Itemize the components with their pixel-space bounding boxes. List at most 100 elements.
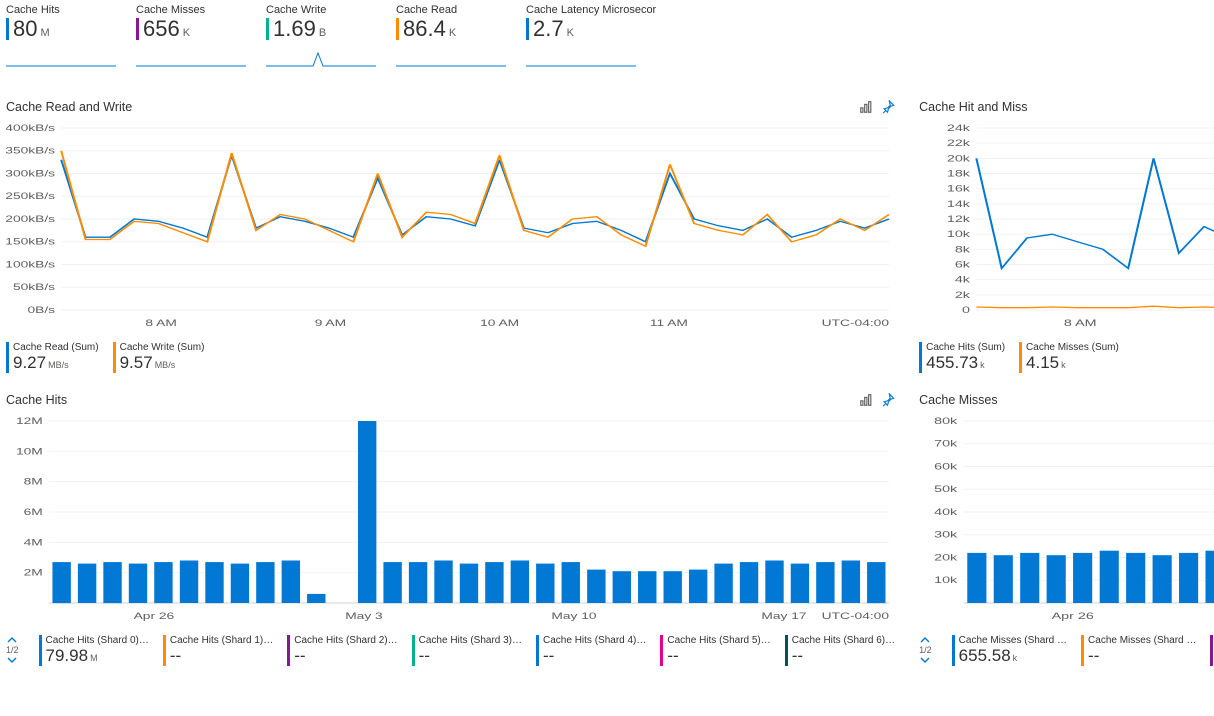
legend-label: Cache Hits (Shard 4)… xyxy=(543,635,646,646)
legend-item[interactable]: Cache Hits (Sum)455.73k xyxy=(919,342,1005,373)
legend-accent-bar xyxy=(952,635,955,666)
legend-item[interactable]: Cache Misses (Shard …-- xyxy=(1210,635,1214,666)
chart-plot[interactable]: 02k4k6k8k10k12k14k16k18k20k22k24k8 AM9 A… xyxy=(919,122,1214,334)
legend-item[interactable]: Cache Hits (Shard 2)…-- xyxy=(287,635,397,666)
svg-text:UTC-04:00: UTC-04:00 xyxy=(822,318,890,328)
chart-title: Cache Misses xyxy=(919,393,998,407)
sparkline xyxy=(266,46,376,80)
legend-pager[interactable]: 1/2 xyxy=(6,635,19,666)
sparkline xyxy=(396,46,506,80)
legend-value: 655.58k xyxy=(959,646,1067,666)
legend-accent-bar xyxy=(39,635,42,666)
legend-row: 1/2Cache Misses (Shard …655.58kCache Mis… xyxy=(919,635,1214,666)
legend-item[interactable]: Cache Misses (Sum)4.15k xyxy=(1019,342,1119,373)
legend-row: Cache Read (Sum)9.27MB/s Cache Write (Sum… xyxy=(6,342,895,373)
legend-item[interactable]: Cache Read (Sum)9.27MB/s xyxy=(6,342,99,373)
kpi-title: Cache Write xyxy=(266,4,376,16)
svg-text:16k: 16k xyxy=(947,183,970,194)
legend-label: Cache Hits (Sum) xyxy=(926,342,1005,353)
legend-accent-bar xyxy=(163,635,166,666)
kpi-cache-misses[interactable]: Cache Misses656K xyxy=(136,4,246,80)
kpi-cache-hits[interactable]: Cache Hits80M xyxy=(6,4,116,80)
legend-item[interactable]: Cache Hits (Shard 6)…-- xyxy=(785,635,895,666)
legend-accent-bar xyxy=(536,635,539,666)
svg-text:10k: 10k xyxy=(947,229,970,240)
kpi-value: 2.7K xyxy=(533,18,574,40)
kpi-cache-latency[interactable]: Cache Latency Microsecor 2.7K xyxy=(526,4,636,80)
svg-text:May 10: May 10 xyxy=(551,611,597,621)
legend-accent-bar xyxy=(919,342,922,373)
legend-label: Cache Misses (Shard … xyxy=(959,635,1067,646)
svg-text:4k: 4k xyxy=(955,274,970,285)
kpi-value: 86.4K xyxy=(403,18,456,40)
chart-card-cache-hit-miss: Cache Hit and Miss02k4k6k8k10k12k14k16k1… xyxy=(919,100,1214,373)
legend-item[interactable]: Cache Misses (Shard …655.58k xyxy=(952,635,1067,666)
svg-text:6M: 6M xyxy=(24,507,43,517)
svg-text:100kB/s: 100kB/s xyxy=(6,260,55,270)
kpi-cache-write[interactable]: Cache Write1.69B xyxy=(266,4,376,80)
legend-accent-bar xyxy=(1210,635,1213,666)
legend-item[interactable]: Cache Hits (Shard 0)…79.98M xyxy=(39,635,149,666)
chart-plot[interactable]: 0B/s50kB/s100kB/s150kB/s200kB/s250kB/s30… xyxy=(6,122,895,334)
chart-card-cache-read-write: Cache Read and Write0B/s50kB/s100kB/s150… xyxy=(6,100,895,373)
legend-row: 1/2 Cache Hits (Shard 0)…79.98M Cache Hits… xyxy=(6,635,895,666)
legend-label: Cache Misses (Shard … xyxy=(1088,635,1196,646)
svg-text:12k: 12k xyxy=(947,214,970,225)
svg-text:22k: 22k xyxy=(947,138,970,149)
legend-item[interactable]: Cache Misses (Shard …-- xyxy=(1081,635,1196,666)
kpi-row: Cache Hits80M Cache Misses656K Cache Write… xyxy=(6,4,1208,80)
legend-item[interactable]: Cache Write (Sum)9.57MB/s xyxy=(113,342,205,373)
svg-text:30k: 30k xyxy=(934,529,957,540)
legend-value: -- xyxy=(170,646,273,666)
legend-value: -- xyxy=(1088,646,1196,666)
barchart-icon[interactable] xyxy=(859,100,873,114)
svg-text:9 AM: 9 AM xyxy=(315,318,346,328)
legend-label: Cache Write (Sum) xyxy=(120,342,205,353)
legend-label: Cache Hits (Shard 1)… xyxy=(170,635,273,646)
svg-text:8M: 8M xyxy=(24,477,43,487)
svg-text:10k: 10k xyxy=(934,575,957,586)
svg-text:18k: 18k xyxy=(947,168,970,179)
legend-row: Cache Hits (Sum)455.73k Cache Misses (Sum… xyxy=(919,342,1214,373)
svg-text:50k: 50k xyxy=(934,484,957,495)
legend-item[interactable]: Cache Hits (Shard 3)…-- xyxy=(412,635,522,666)
svg-text:8 AM: 8 AM xyxy=(1064,318,1097,329)
kpi-value: 80M xyxy=(13,18,50,40)
sparkline xyxy=(526,46,636,80)
svg-text:Apr 26: Apr 26 xyxy=(1052,611,1095,622)
kpi-accent-bar xyxy=(136,18,139,40)
chart-plot[interactable]: 2M4M6M8M10M12MApr 26May 3May 10May 17UTC… xyxy=(6,415,895,627)
legend-value: -- xyxy=(667,646,770,666)
svg-text:11 AM: 11 AM xyxy=(650,318,688,328)
legend-item[interactable]: Cache Hits (Shard 1)…-- xyxy=(163,635,273,666)
svg-text:60k: 60k xyxy=(934,461,957,472)
kpi-title: Cache Latency Microsecor xyxy=(526,4,636,16)
svg-text:250kB/s: 250kB/s xyxy=(6,192,55,202)
legend-label: Cache Misses (Sum) xyxy=(1026,342,1119,353)
svg-text:40k: 40k xyxy=(934,507,957,518)
svg-text:UTC-04:00: UTC-04:00 xyxy=(822,611,890,621)
svg-text:150kB/s: 150kB/s xyxy=(6,237,55,247)
barchart-icon[interactable] xyxy=(859,393,873,407)
pin-icon[interactable] xyxy=(881,393,895,407)
svg-text:350kB/s: 350kB/s xyxy=(6,146,55,156)
legend-item[interactable]: Cache Hits (Shard 5)…-- xyxy=(660,635,770,666)
chart-card-cache-misses-bar: Cache Misses10k20k30k40k50k60k70k80kApr … xyxy=(919,393,1214,666)
kpi-cache-read[interactable]: Cache Read86.4K xyxy=(396,4,506,80)
svg-text:70k: 70k xyxy=(934,438,957,449)
svg-text:300kB/s: 300kB/s xyxy=(6,169,55,179)
legend-value: 4.15k xyxy=(1026,353,1119,373)
svg-text:80k: 80k xyxy=(934,416,957,427)
svg-text:24k: 24k xyxy=(947,123,970,134)
legend-item[interactable]: Cache Hits (Shard 4)…-- xyxy=(536,635,646,666)
chart-plot[interactable]: 10k20k30k40k50k60k70k80kApr 26May 3May 1… xyxy=(919,415,1214,627)
svg-text:10 AM: 10 AM xyxy=(480,318,519,328)
chart-title: Cache Read and Write xyxy=(6,100,132,114)
legend-pager[interactable]: 1/2 xyxy=(919,635,932,666)
svg-text:6k: 6k xyxy=(955,259,970,270)
svg-text:20k: 20k xyxy=(947,153,970,164)
legend-label: Cache Hits (Shard 5)… xyxy=(667,635,770,646)
svg-text:2k: 2k xyxy=(955,290,970,301)
pin-icon[interactable] xyxy=(881,100,895,114)
svg-text:0B/s: 0B/s xyxy=(27,305,55,315)
